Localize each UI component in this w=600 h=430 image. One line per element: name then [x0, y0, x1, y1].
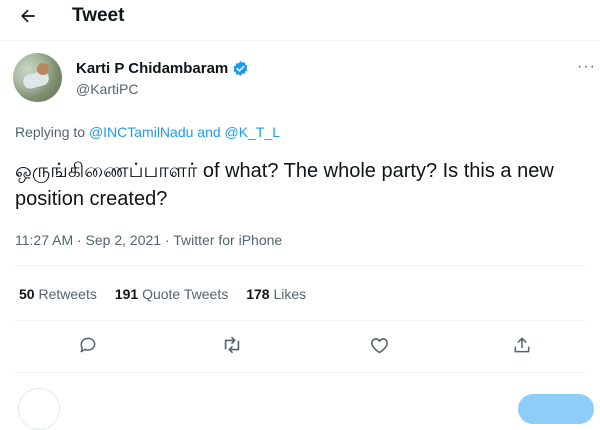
retweets-stat[interactable]: 50 Retweets: [19, 286, 97, 302]
author-name[interactable]: Karti P Chidambaram: [76, 60, 228, 77]
divider: [15, 320, 585, 321]
like-icon: [370, 337, 388, 353]
share-icon: [514, 337, 530, 353]
replying-conjunction: and: [193, 124, 225, 140]
reply-submit-button[interactable]: [518, 394, 594, 424]
back-arrow-icon: [21, 9, 35, 23]
like-button[interactable]: [364, 330, 394, 360]
reply-button[interactable]: [73, 330, 103, 360]
reply-icon: [80, 337, 96, 353]
verified-badge-icon: [232, 60, 249, 77]
tweet-timestamp[interactable]: 11:27 AM · Sep 2, 2021 · Twitter for iPh…: [15, 232, 282, 248]
more-icon[interactable]: ···: [577, 58, 596, 76]
action-bar: [0, 330, 600, 360]
page-title: Tweet: [72, 5, 125, 26]
author-avatar[interactable]: [13, 53, 62, 102]
header-bar: Tweet: [0, 0, 600, 40]
tweet-text: ஒருங்கிணைப்பாளர் of what? The whole part…: [15, 160, 554, 210]
mention-link-ktl[interactable]: @K_T_L: [225, 124, 280, 140]
likes-stat[interactable]: 178 Likes: [246, 286, 306, 302]
quote-tweets-stat[interactable]: 191 Quote Tweets: [115, 286, 228, 302]
back-button[interactable]: [12, 4, 44, 28]
share-button[interactable]: [507, 330, 537, 360]
author-name-row: Karti P Chidambaram: [76, 60, 249, 77]
retweet-icon: [224, 336, 240, 354]
replying-prefix: Replying to: [15, 124, 89, 140]
divider: [15, 265, 585, 266]
retweet-button[interactable]: [217, 330, 247, 360]
mention-link-inctamilnadu[interactable]: @INCTamilNadu: [89, 124, 193, 140]
user-avatar: [18, 388, 60, 430]
author-handle[interactable]: @KartiPC: [76, 81, 138, 97]
engagement-stats: 50 Retweets 191 Quote Tweets 178 Likes: [19, 286, 306, 302]
replying-to: Replying to @INCTamilNadu and @K_T_L: [15, 124, 280, 140]
divider: [15, 372, 585, 373]
header-divider: [0, 40, 600, 41]
